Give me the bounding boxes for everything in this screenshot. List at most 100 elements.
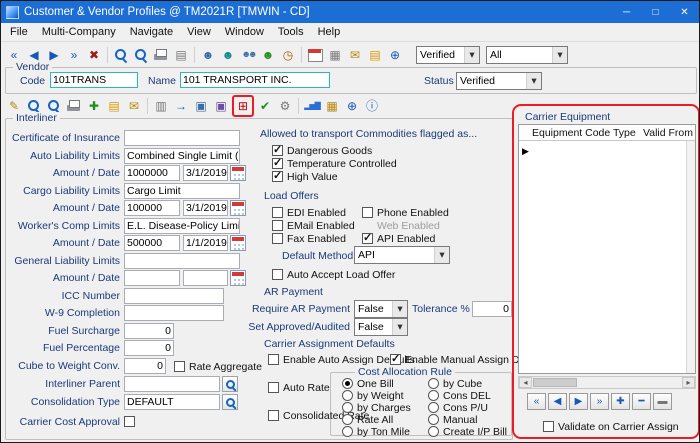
column-equipment-code-type[interactable]: Equipment Code Type <box>532 127 636 139</box>
set-approved-audited-dropdown[interactable]: False <box>354 318 408 336</box>
high-value-checkbox[interactable]: High Value <box>272 170 338 183</box>
carrier-icon[interactable]: ▣ <box>212 97 230 115</box>
type-filter-dropdown[interactable]: All <box>486 46 568 64</box>
require-ar-payment-dropdown[interactable]: False <box>354 300 408 318</box>
calculator-icon[interactable]: ▦ <box>326 46 344 64</box>
grid-post-button[interactable]: ▬ <box>653 393 672 410</box>
user-active-icon[interactable]: ☻ <box>259 46 277 64</box>
column-valid-from[interactable]: Valid From <box>643 127 693 139</box>
grid-first-button[interactable]: « <box>527 393 546 410</box>
status-filter-dropdown[interactable]: Verified <box>416 46 480 64</box>
date-picker-icon[interactable] <box>230 200 246 216</box>
fax-enabled-checkbox[interactable]: Fax Enabled <box>272 232 346 245</box>
cargo-liability-amount-field[interactable]: 100000 <box>124 200 180 216</box>
icc-number-field[interactable] <box>124 288 224 304</box>
cancel-icon[interactable]: ✖ <box>85 46 103 64</box>
package-icon[interactable]: ▦ <box>323 97 341 115</box>
info-icon[interactable]: ⓘ <box>363 97 381 115</box>
vendor-name-field[interactable]: 101 TRANSPORT INC. <box>180 72 330 88</box>
scroll-left-icon[interactable]: ◂ <box>519 377 532 388</box>
user-icon[interactable]: ☻ <box>199 46 217 64</box>
validate-on-carrier-assign-checkbox[interactable]: Validate on Carrier Assign <box>543 420 679 433</box>
scrollbar-thumb[interactable] <box>533 378 577 387</box>
workers-comp-date-field[interactable]: 1/1/2019 <box>183 235 228 251</box>
copy-icon[interactable]: ▤ <box>172 46 190 64</box>
export-icon[interactable]: → <box>172 97 190 115</box>
dangerous-goods-checkbox[interactable]: Dangerous Goods <box>272 144 372 157</box>
close-icon[interactable]: ✕ <box>670 1 699 23</box>
grid-insert-button[interactable]: ✚ <box>611 393 630 410</box>
cargo-liability-limits-field[interactable]: Cargo Limit <box>124 183 240 199</box>
mail-icon[interactable]: ✉ <box>346 46 364 64</box>
date-picker-icon[interactable] <box>230 165 246 181</box>
folder-icon[interactable]: ▤ <box>105 97 123 115</box>
fuel-surcharge-field[interactable]: 0 <box>124 323 174 339</box>
menu-file[interactable]: File <box>3 24 35 40</box>
calendar-icon[interactable] <box>306 46 324 64</box>
date-picker-icon[interactable] <box>230 235 246 251</box>
menu-window[interactable]: Window <box>218 24 271 40</box>
rate-aggregate-checkbox[interactable]: Rate Aggregate <box>174 360 262 373</box>
horizontal-scrollbar[interactable]: ◂ ▸ <box>518 376 696 389</box>
grid-next-button[interactable]: ▶ <box>569 393 588 410</box>
certificate-of-insurance-field[interactable] <box>124 130 240 146</box>
temperature-controlled-checkbox[interactable]: Temperature Controlled <box>272 157 397 170</box>
tolerance-field[interactable]: 0 <box>472 301 512 317</box>
scroll-right-icon[interactable]: ▸ <box>682 377 695 388</box>
auto-liability-date-field[interactable]: 3/1/2019 <box>183 165 228 181</box>
titlebar[interactable]: Customer & Vendor Profiles @ TM2021R [TM… <box>1 1 699 23</box>
mail-icon[interactable]: ✉ <box>125 97 143 115</box>
phone-enabled-checkbox[interactable]: Phone Enabled <box>362 206 449 219</box>
nav-last-icon[interactable]: » <box>65 46 83 64</box>
add-equipment-icon[interactable]: ⊞ <box>234 97 252 115</box>
print-icon[interactable] <box>65 97 83 115</box>
date-picker-icon[interactable] <box>230 270 246 286</box>
folder-icon[interactable]: ▤ <box>366 46 384 64</box>
connect-icon[interactable]: ⊕ <box>343 97 361 115</box>
menu-multi-company[interactable]: Multi-Company <box>35 24 123 40</box>
menu-navigate[interactable]: Navigate <box>123 24 180 40</box>
edi-enabled-checkbox[interactable]: EDI Enabled <box>272 206 346 219</box>
vendor-code-field[interactable]: 101TRANS <box>50 72 138 88</box>
approve-icon[interactable]: ✔ <box>256 97 274 115</box>
radio-create-ip-bill[interactable]: Create I/P Bill <box>428 425 507 438</box>
lookup-icon[interactable] <box>222 376 238 392</box>
search-icon[interactable] <box>112 46 130 64</box>
workers-comp-limits-field[interactable]: E.L. Disease-Policy Limit <box>124 218 240 234</box>
general-liability-limits-field[interactable] <box>124 253 240 269</box>
grid-last-button[interactable]: » <box>590 393 609 410</box>
cargo-liability-date-field[interactable]: 3/1/2019 <box>183 200 228 216</box>
menu-help[interactable]: Help <box>311 24 348 40</box>
workers-comp-amount-field[interactable]: 500000 <box>124 235 180 251</box>
default-method-dropdown[interactable]: API <box>354 246 450 264</box>
notes-icon[interactable]: ▥ <box>152 97 170 115</box>
lookup-icon[interactable] <box>222 394 238 410</box>
carrier-cost-approval-checkbox[interactable] <box>124 415 135 428</box>
auto-liability-limits-field[interactable]: Combined Single Limit (Ea Acc <box>124 148 240 164</box>
add-icon[interactable]: ✚ <box>85 97 103 115</box>
menu-tools[interactable]: Tools <box>271 24 311 40</box>
email-enabled-checkbox[interactable]: EMail Enabled <box>272 219 355 232</box>
w9-completion-field[interactable] <box>124 305 224 321</box>
radio-by-ton-mile[interactable]: by Ton Mile <box>342 425 410 438</box>
general-liability-date-field[interactable] <box>183 270 228 286</box>
clock-icon[interactable]: ◷ <box>279 46 297 64</box>
user-clock-icon[interactable]: ☻ <box>219 46 237 64</box>
minimize-icon[interactable]: ─ <box>612 1 641 23</box>
find-icon[interactable] <box>132 46 150 64</box>
interliner-parent-field[interactable] <box>124 376 220 392</box>
scrollbar-track[interactable] <box>532 377 682 388</box>
maximize-icon[interactable]: □ <box>641 1 670 23</box>
grid-delete-button[interactable]: ━ <box>632 393 651 410</box>
menu-view[interactable]: View <box>180 24 218 40</box>
api-enabled-checkbox[interactable]: API Enabled <box>362 232 435 245</box>
auto-rate-checkbox[interactable]: Auto Rate <box>268 381 330 394</box>
users-icon[interactable]: ☻☻ <box>239 46 257 64</box>
web-icon[interactable]: ⊕ <box>386 46 404 64</box>
settings-icon[interactable]: ⚙ <box>276 97 294 115</box>
auto-accept-load-offer-checkbox[interactable]: Auto Accept Load Offer <box>272 268 395 281</box>
carrier-equipment-grid[interactable]: Equipment Code Type Valid From ▶ <box>518 124 696 374</box>
grid-prev-button[interactable]: ◀ <box>548 393 567 410</box>
vendor-status-dropdown[interactable]: Verified <box>456 72 542 90</box>
cube-to-weight-field[interactable]: 0 <box>124 358 166 374</box>
